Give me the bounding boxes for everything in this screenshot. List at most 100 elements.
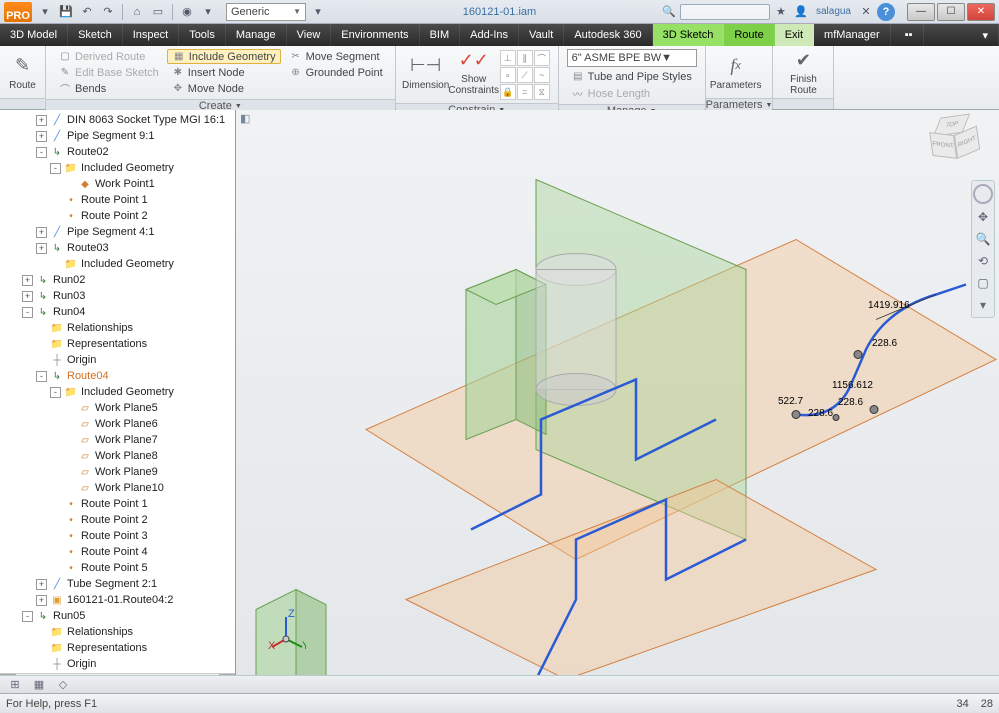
orbit-icon[interactable]: ⟲ (974, 252, 992, 270)
exchange-icon[interactable]: ✕ (857, 3, 875, 21)
include-geometry-button[interactable]: ▦Include Geometry (167, 49, 281, 64)
collapse-icon[interactable]: - (50, 163, 61, 174)
tree-node[interactable]: •Route Point 5 (0, 560, 235, 576)
tree-node[interactable]: +╱DIN 8063 Socket Type MGI 16:1 (0, 112, 235, 128)
tree-node[interactable]: 📁Included Geometry (0, 256, 235, 272)
viewcube-front[interactable]: FRONT (929, 132, 957, 159)
tab-vault[interactable]: Vault (519, 24, 564, 46)
tree-node[interactable]: -↳Run05 (0, 608, 235, 624)
tab-inspect[interactable]: Inspect (123, 24, 179, 46)
expand-icon[interactable]: + (22, 275, 33, 286)
panel-dropdown-icon[interactable]: ▼ (766, 102, 773, 109)
tree-node[interactable]: 📁Relationships (0, 320, 235, 336)
tree-node[interactable]: •Route Point 4 (0, 544, 235, 560)
pipe-style-combo[interactable]: 6" ASME BPE BW ▼ (567, 49, 697, 67)
tree-node[interactable]: •Route Point 2 (0, 512, 235, 528)
show-constraints-button[interactable]: ✓✓ Show Constraints (450, 48, 498, 96)
tree-node[interactable]: -↳Route04 (0, 368, 235, 384)
ortho-icon[interactable]: ◇ (56, 678, 70, 692)
tree-node[interactable]: -📁Included Geometry (0, 384, 235, 400)
finish-route-button[interactable]: ✔ Finish Route (779, 48, 827, 96)
viewcube[interactable]: TOP FRONT RIGHT (925, 114, 981, 170)
constraint-equal-icon[interactable]: = (517, 84, 533, 100)
derived-route-button[interactable]: ▢Derived Route (54, 49, 163, 64)
lookat-icon[interactable]: ▢ (974, 274, 992, 292)
tree-node[interactable]: +╱Tube Segment 2:1 (0, 576, 235, 592)
help-icon[interactable]: ? (877, 3, 895, 21)
tree-node[interactable]: •Route Point 1 (0, 192, 235, 208)
constraint-coincident-icon[interactable]: ∘ (500, 67, 516, 83)
tree-node[interactable]: ▱Work Plane9 (0, 464, 235, 480)
tree-node[interactable]: ▱Work Plane5 (0, 400, 235, 416)
expand-icon[interactable]: + (36, 579, 47, 590)
tree-node[interactable]: ┼Origin (0, 352, 235, 368)
zoom-icon[interactable]: 🔍 (974, 230, 992, 248)
route-button[interactable]: ✎ Route (6, 48, 39, 96)
tab-view[interactable]: View (287, 24, 332, 46)
constraint-fix-icon[interactable]: 🔒 (500, 84, 516, 100)
tree-node[interactable]: ▱Work Plane8 (0, 448, 235, 464)
tree-node[interactable]: •Route Point 1 (0, 496, 235, 512)
tree-node[interactable]: 📁Representations (0, 336, 235, 352)
expand-icon[interactable]: + (36, 115, 47, 126)
tree-node[interactable]: -↳Route02 (0, 144, 235, 160)
tab-3dmodel[interactable]: 3D Model (0, 24, 68, 46)
search-input[interactable] (680, 4, 770, 20)
browser-tree[interactable]: +╱DIN 8063 Socket Type MGI 16:1+╱Pipe Se… (0, 110, 235, 673)
select-icon[interactable]: ▭ (149, 3, 167, 21)
expand-icon[interactable]: + (36, 131, 47, 142)
tab-tools[interactable]: Tools (179, 24, 226, 46)
search-icon[interactable]: 🔍 (660, 3, 678, 21)
tree-node[interactable]: 📁Representations (0, 640, 235, 656)
nav-dropdown-icon[interactable]: ▾ (974, 296, 992, 314)
tab-route[interactable]: Route (724, 24, 774, 46)
collapse-icon[interactable]: - (36, 371, 47, 382)
tab-a360[interactable]: Autodesk 360 (564, 24, 652, 46)
tube-pipe-styles-button[interactable]: ▤Tube and Pipe Styles (567, 69, 697, 84)
constraint-symmetric-icon[interactable]: ⧖ (534, 84, 550, 100)
tab-bim[interactable]: BIM (420, 24, 461, 46)
tree-node[interactable]: +╱Pipe Segment 9:1 (0, 128, 235, 144)
collapse-icon[interactable]: - (22, 307, 33, 318)
move-segment-button[interactable]: ✂Move Segment (285, 49, 387, 64)
minimize-button[interactable]: — (907, 3, 935, 21)
tab-manage[interactable]: Manage (226, 24, 287, 46)
tab-exit[interactable]: Exit (775, 24, 814, 46)
app-icon[interactable]: PRO (4, 2, 32, 22)
constraint-parallel-icon[interactable]: ∥ (517, 50, 533, 66)
tree-node[interactable]: +╱Pipe Segment 4:1 (0, 224, 235, 240)
expand-icon[interactable]: + (36, 595, 47, 606)
constraint-collinear-icon[interactable]: ⟋ (517, 67, 533, 83)
tree-node[interactable]: ▱Work Plane10 (0, 480, 235, 496)
tree-node[interactable]: +↳Route03 (0, 240, 235, 256)
hose-length-button[interactable]: 〰Hose Length (567, 86, 697, 101)
tree-node[interactable]: ▱Work Plane6 (0, 416, 235, 432)
pan-icon[interactable]: ✥ (974, 208, 992, 226)
tree-node[interactable]: •Route Point 3 (0, 528, 235, 544)
constraint-smooth-icon[interactable]: ~ (534, 67, 550, 83)
appearance-icon[interactable]: ▾ (199, 3, 217, 21)
ribbon-minimize-icon[interactable]: ▾ (972, 24, 999, 46)
undo-icon[interactable]: ↶ (78, 3, 96, 21)
grounded-point-button[interactable]: ⊕Grounded Point (285, 65, 387, 80)
expand-icon[interactable]: + (22, 291, 33, 302)
insert-node-button[interactable]: ✱Insert Node (167, 65, 281, 80)
tree-node[interactable]: ▱Work Plane7 (0, 432, 235, 448)
steering-wheel-icon[interactable] (973, 184, 993, 204)
qat-dropdown-icon[interactable]: ▾ (309, 3, 327, 21)
move-node-button[interactable]: ✥Move Node (167, 81, 281, 96)
tab-mfmanager[interactable]: mfManager (814, 24, 891, 46)
maximize-button[interactable]: ☐ (937, 3, 965, 21)
collapse-icon[interactable]: - (36, 147, 47, 158)
parameters-button[interactable]: fx Parameters (712, 48, 760, 96)
panel-dropdown-icon[interactable]: ▼ (235, 103, 242, 110)
constraint-perpendicular-icon[interactable]: ⊥ (500, 50, 516, 66)
tab-3dsketch[interactable]: 3D Sketch (653, 24, 725, 46)
constraint-tangent-icon[interactable]: ⌒ (534, 50, 550, 66)
tree-node[interactable]: +↳Run03 (0, 288, 235, 304)
grid-icon[interactable]: ▦ (32, 678, 46, 692)
tree-node[interactable]: -↳Run04 (0, 304, 235, 320)
material-icon[interactable]: ◉ (178, 3, 196, 21)
save-icon[interactable]: 💾 (57, 3, 75, 21)
collapse-icon[interactable]: - (50, 387, 61, 398)
